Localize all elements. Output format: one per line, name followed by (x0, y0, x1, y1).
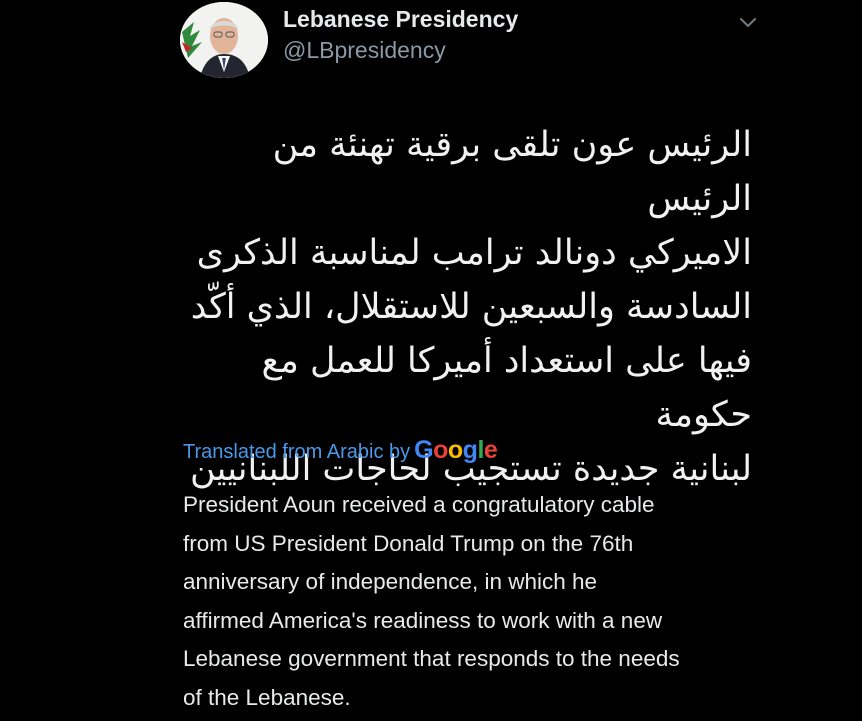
avatar-portrait-icon (180, 2, 268, 78)
chevron-down-icon (739, 17, 757, 28)
tweet-options-button[interactable] (734, 12, 762, 34)
translation-label: Translated from Arabic by (183, 441, 411, 463)
author-display-name[interactable]: Lebanese Presidency (283, 6, 518, 33)
google-logo: Google (414, 436, 498, 464)
avatar[interactable] (180, 2, 268, 78)
tweet-text-translation: President Aoun received a congratulatory… (183, 492, 680, 710)
author-handle[interactable]: @LBpresidency (283, 37, 446, 64)
translation-attribution[interactable]: Translated from Arabic by Google (183, 436, 498, 465)
